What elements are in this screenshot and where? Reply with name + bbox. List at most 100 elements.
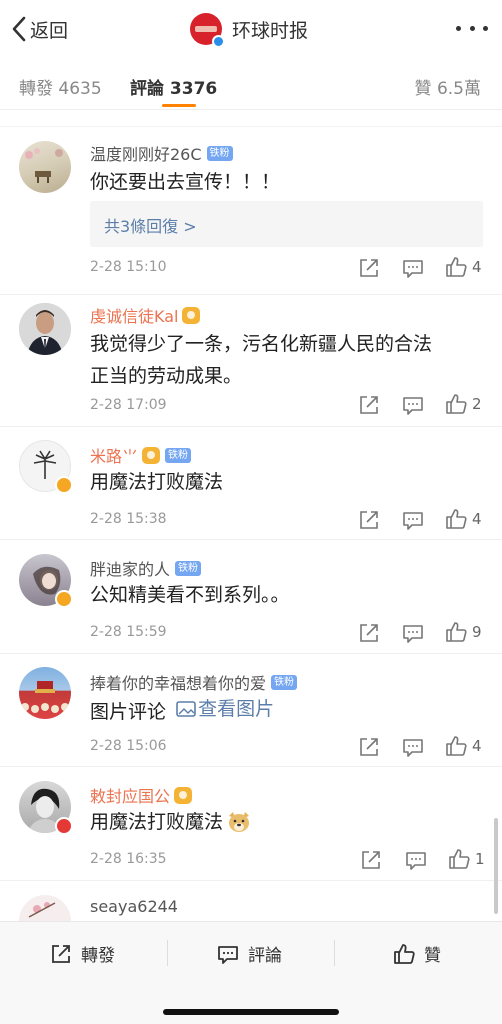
home-indicator[interactable] [163, 1009, 339, 1015]
divider [334, 940, 335, 966]
avatar[interactable] [19, 554, 73, 608]
divider [167, 940, 168, 966]
comment-text: 公知精美看不到系列。。 [90, 584, 290, 606]
avatar[interactable] [19, 303, 71, 355]
like-count: 1 [475, 850, 485, 868]
chevron-left-icon [12, 16, 26, 42]
doge-emoji-icon [229, 812, 250, 832]
vip-badge-icon [142, 446, 161, 464]
avatar[interactable] [19, 141, 71, 193]
like-button[interactable]: 4 [445, 735, 482, 757]
comment-text: 用魔法打败魔法 [90, 806, 490, 838]
comment-time: 2-28 17:09 [90, 397, 167, 413]
verified-icon [55, 590, 73, 608]
comment-text: 用魔法打败魔法 [90, 471, 224, 493]
fan-badge: 铁粉 [206, 145, 233, 161]
repost-icon [52, 944, 70, 963]
thumbs-up-icon [449, 849, 470, 869]
reply-comment-icon[interactable] [402, 509, 424, 531]
nav-bar: 返回 环球时报 [0, 0, 502, 58]
like-button[interactable]: 1 [448, 848, 485, 870]
avatar[interactable] [19, 895, 71, 921]
comment-time: 2-28 15:59 [90, 624, 167, 640]
comment-item: 捧着你的幸福想着你的爱 铁粉 图片评论 查看图片 2-28 15:06 4 [0, 654, 502, 767]
avatar[interactable] [19, 667, 71, 719]
like-count: 4 [472, 510, 482, 528]
tab-likes[interactable]: 贊 6.5萬 [415, 74, 481, 99]
comment-time: 2-28 15:10 [90, 259, 167, 275]
commenter-name[interactable]: 捧着你的幸福想着你的爱 铁粉 [90, 670, 298, 694]
account-avatar [190, 13, 225, 48]
thumbs-up-icon [446, 257, 467, 277]
reply-comment-icon[interactable] [402, 622, 424, 644]
repost-comment-icon[interactable] [360, 849, 382, 871]
repost-comment-icon[interactable] [358, 622, 380, 644]
repost-comment-icon[interactable] [358, 257, 380, 279]
avatar[interactable] [19, 440, 73, 494]
comment-icon [218, 945, 238, 964]
like-button[interactable]: 4 [445, 256, 482, 278]
verified-icon [55, 817, 73, 835]
reply-comment-icon[interactable] [405, 849, 427, 871]
like-button[interactable]: 2 [445, 393, 482, 415]
comment-item: 米路⺌ 铁粉 用魔法打败魔法 2-28 15:38 4 [0, 427, 502, 540]
view-replies-button[interactable]: 共3條回復 > [90, 201, 483, 247]
like-button[interactable]: 4 [445, 508, 482, 530]
fan-badge: 铁粉 [175, 560, 202, 576]
thumbs-up-icon [394, 943, 415, 964]
comment-item: 温度刚刚好26C 铁粉 你还要出去宣传！！！ 共3條回復 > 2-28 15:10… [0, 128, 502, 295]
back-label: 返回 [30, 19, 69, 42]
repost-comment-icon[interactable] [358, 736, 380, 758]
comment-text: 图片评论 查看图片 [90, 693, 490, 728]
comment-item: 敕封应国公 用魔法打败魔法 2-28 16:35 1 [0, 767, 502, 881]
comment-item: seaya6244 [0, 881, 502, 921]
reply-comment-icon[interactable] [402, 736, 424, 758]
verified-icon [212, 35, 225, 48]
scrollbar[interactable] [494, 818, 498, 914]
comment-text: 我觉得少了一条，污名化新疆人民的合法 正当的劳动成果。 [90, 333, 433, 387]
fan-badge: 铁粉 [165, 447, 192, 463]
reply-comment-icon[interactable] [402, 394, 424, 416]
active-tab-indicator [162, 104, 196, 107]
comment-time: 2-28 15:06 [90, 738, 167, 754]
comment-item: 胖迪家的人 铁粉 公知精美看不到系列。。 2-28 15:59 9 [0, 540, 502, 654]
thumbs-up-icon [446, 736, 467, 756]
commenter-name[interactable]: 敕封应国公 [90, 783, 193, 807]
bottom-action-bar: 轉發 評論 贊 [0, 921, 502, 1024]
avatar[interactable] [19, 781, 73, 835]
verified-icon [55, 476, 73, 494]
back-button[interactable]: 返回 [10, 14, 68, 44]
comment-button[interactable]: 評論 [217, 941, 282, 966]
commenter-name[interactable]: 虔诚信徒Kal [90, 303, 201, 327]
commenter-name[interactable]: 胖迪家的人 铁粉 [90, 556, 202, 580]
like-count: 2 [472, 395, 482, 413]
like-button[interactable]: 9 [445, 621, 482, 643]
vip-badge-icon [174, 786, 193, 804]
thumbs-up-icon [446, 394, 467, 414]
account-header[interactable]: 环球时报 [190, 12, 308, 48]
repost-comment-icon[interactable] [358, 509, 380, 531]
tab-comments[interactable]: 評論 3376 [130, 74, 217, 99]
comment-item: 虔诚信徒Kal 我觉得少了一条，污名化新疆人民的合法 正当的劳动成果。 2-28 … [0, 295, 502, 427]
image-icon [176, 701, 196, 717]
like-post-button[interactable]: 贊 [393, 941, 441, 966]
tab-repost[interactable]: 轉發 4635 [19, 74, 102, 99]
thumbs-up-icon [446, 509, 467, 529]
thumbs-up-icon [446, 622, 467, 642]
commenter-name[interactable]: seaya6244 [90, 897, 178, 916]
comment-time: 2-28 15:38 [90, 511, 167, 527]
vip-badge-icon [182, 306, 201, 324]
view-image-link[interactable]: 查看图片 [172, 693, 274, 725]
reply-comment-icon[interactable] [402, 257, 424, 279]
commenter-name[interactable]: 米路⺌ 铁粉 [90, 443, 192, 467]
like-count: 4 [472, 737, 482, 755]
repost-button[interactable]: 轉發 [50, 941, 115, 966]
more-options-icon[interactable] [456, 18, 488, 38]
divider [0, 111, 502, 127]
commenter-name[interactable]: 温度刚刚好26C 铁粉 [90, 141, 233, 165]
like-count: 4 [472, 258, 482, 276]
comment-time: 2-28 16:35 [90, 851, 167, 867]
repost-comment-icon[interactable] [358, 394, 380, 416]
comment-text: 你还要出去宣传！！！ [90, 171, 281, 193]
fan-badge: 铁粉 [271, 674, 298, 690]
